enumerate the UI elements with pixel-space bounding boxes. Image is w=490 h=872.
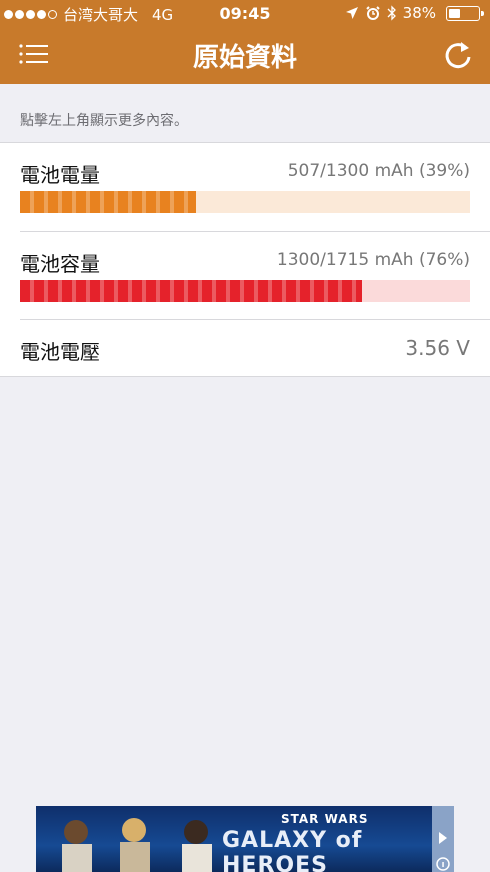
battery-charge-progress-fill <box>20 191 196 213</box>
status-bar: 台湾大哥大 4G 09:45 38% <box>0 0 490 30</box>
hint-text: 點擊左上角顯示更多內容。 <box>20 113 188 129</box>
page-title: 原始資料 <box>192 43 297 73</box>
battery-voltage-value: 3.56 V <box>405 336 470 360</box>
battery-fill <box>449 8 460 18</box>
battery-charge-progress-track <box>20 191 470 213</box>
ad-characters-image <box>62 818 212 872</box>
battery-capacity-progress-track <box>20 279 470 302</box>
battery-charge-value: 507/1300 mAh (39%) <box>287 161 470 181</box>
battery-capacity-label: 電池容量 <box>20 251 100 276</box>
refresh-icon[interactable] <box>442 38 474 72</box>
battery-capacity-value: 1300/1715 mAh (76%) <box>276 249 470 270</box>
battery-charge-row: 電池電量 507/1300 mAh (39%) <box>20 143 490 232</box>
battery-voltage-row: 電池電壓 3.56 V <box>20 320 490 376</box>
status-right: 38% <box>345 4 484 22</box>
battery-voltage-label: 電池電壓 <box>20 340 100 364</box>
battery-icon <box>446 5 484 21</box>
alarm-clock-icon <box>365 6 380 20</box>
ad-play-arrow-icon[interactable] <box>432 806 454 872</box>
ad-headline-text: GALAXY of HEROES <box>222 828 363 872</box>
bluetooth-icon <box>387 5 396 21</box>
battery-capacity-progress-fill <box>20 279 362 302</box>
battery-charge-label: 電池電量 <box>20 163 100 187</box>
battery-percent: 38% <box>402 4 436 22</box>
ad-brand-text: STAR WARS <box>281 812 369 826</box>
battery-capacity-row: 電池容量 1300/1715 mAh (76%) <box>20 232 490 320</box>
battery-data-list: 電池電量 507/1300 mAh (39%) 電池容量 1300/1715 m… <box>0 142 490 377</box>
ad-banner[interactable]: STAR WARS GALAXY of HEROES <box>36 806 454 872</box>
navigation-bar: 原始資料 <box>0 30 490 84</box>
location-arrow-icon <box>345 7 358 19</box>
